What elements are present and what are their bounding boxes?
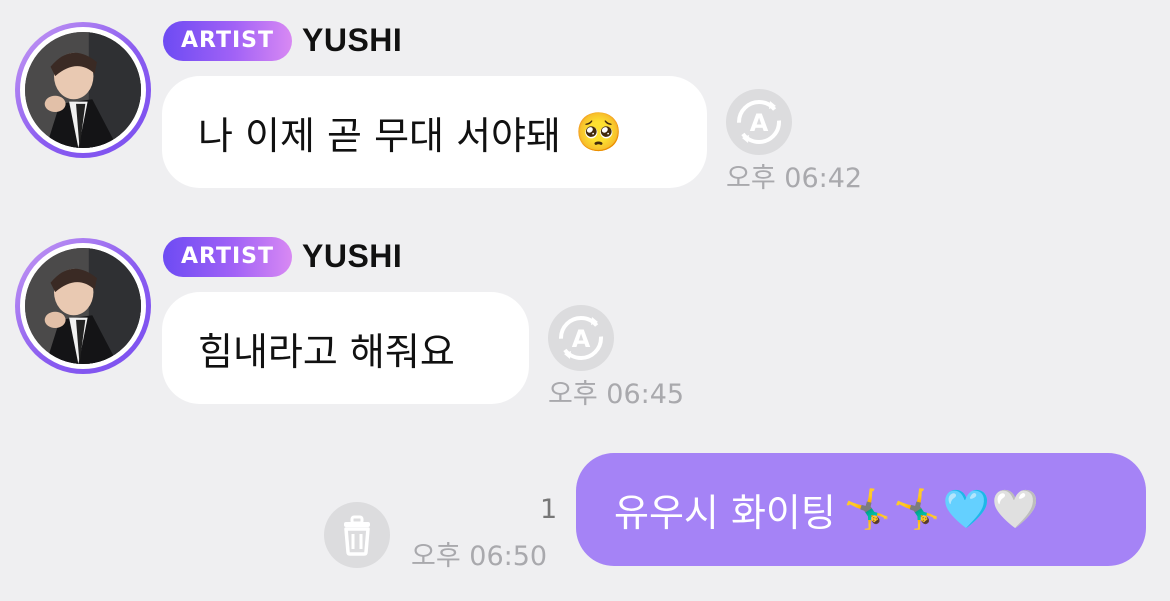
trash-icon[interactable] <box>324 502 390 568</box>
cartwheel-and-hearts-emoji: 🤸‍♂️🤸‍♂️🩵🤍 <box>843 487 1042 531</box>
message-text: 나 이제 곧 무대 서야돼 <box>198 113 561 158</box>
avatar[interactable] <box>15 238 151 374</box>
message-text: 힘내라고 해줘요 <box>198 329 455 374</box>
translate-a-icon[interactable]: A <box>548 305 614 371</box>
avatar-photo <box>20 243 146 369</box>
message-text: 유우시 화이팅 <box>614 491 836 535</box>
svg-text:A: A <box>750 109 769 137</box>
artist-badge: ARTIST <box>163 21 293 61</box>
sender-name[interactable]: YUSHI <box>302 22 402 59</box>
svg-text:A: A <box>572 325 591 353</box>
avatar[interactable] <box>15 22 151 158</box>
translate-a-icon[interactable]: A <box>726 89 792 155</box>
person-photo-icon <box>25 32 141 148</box>
artist-badge: ARTIST <box>163 237 293 277</box>
unread-count: 1 <box>540 494 558 525</box>
message-time: 오후 06:50 <box>411 541 548 572</box>
pleading-face-emoji: 🥺 <box>574 109 623 154</box>
message-time: 오후 06:42 <box>726 163 863 194</box>
message-bubble[interactable]: 나 이제 곧 무대 서야돼 🥺 <box>162 76 707 188</box>
my-message-bubble[interactable]: 유우시 화이팅 🤸‍♂️🤸‍♂️🩵🤍 <box>576 453 1146 566</box>
avatar-photo <box>20 27 146 153</box>
person-photo-icon <box>25 248 141 364</box>
sender-name[interactable]: YUSHI <box>302 238 402 275</box>
message-bubble[interactable]: 힘내라고 해줘요 <box>162 292 529 404</box>
message-time: 오후 06:45 <box>548 379 685 410</box>
